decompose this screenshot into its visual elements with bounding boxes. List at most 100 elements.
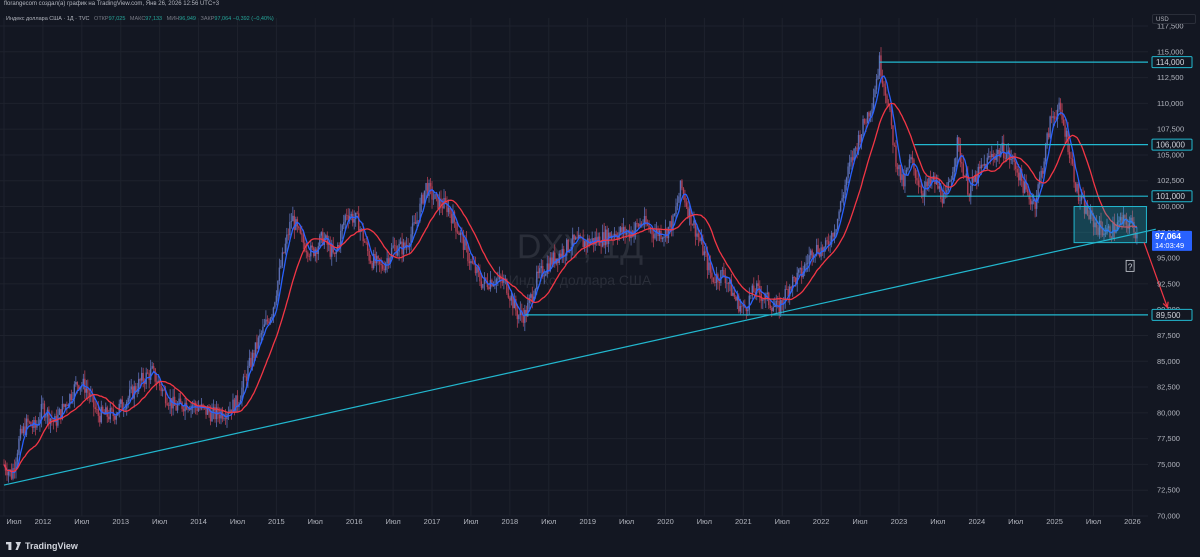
range-box[interactable]: [1073, 206, 1147, 244]
legend-close-value: 97,064: [214, 16, 232, 22]
currency-selector[interactable]: USD: [1152, 14, 1196, 24]
candle-body: [1040, 170, 1042, 178]
candle-body: [750, 295, 752, 296]
candle-body: [583, 241, 586, 248]
candle-body: [693, 220, 695, 226]
candle-body: [884, 86, 887, 96]
candle-body: [953, 166, 956, 172]
candle-body: [537, 271, 539, 274]
last-price-value: 97,064: [1155, 231, 1181, 241]
candle-body: [259, 334, 261, 338]
candle-body: [146, 372, 149, 374]
candle-body: [1074, 182, 1077, 192]
level-price-label: 89,500: [1156, 311, 1181, 320]
candle-body: [869, 112, 872, 117]
candle-body: [965, 173, 968, 177]
candle-body: [769, 305, 771, 309]
candle-body: [539, 268, 541, 274]
candle-body: [652, 234, 655, 239]
time-tick-label: Июл: [463, 517, 478, 526]
price-tick-label: 92,500: [1157, 279, 1180, 288]
candle-body: [280, 265, 282, 268]
time-tick-label: 2012: [35, 517, 52, 526]
candle-body: [941, 198, 944, 204]
candle-body: [366, 242, 369, 251]
candle-body: [325, 235, 327, 239]
candle-body: [369, 260, 372, 263]
candle-body: [989, 155, 991, 157]
candle-body: [266, 319, 269, 322]
candle-body: [347, 215, 349, 220]
candle-body: [1047, 133, 1050, 138]
candle-body: [778, 301, 780, 314]
candle-body: [600, 245, 602, 247]
candle-body: [292, 215, 294, 222]
candle-body: [278, 267, 281, 281]
candle-body: [64, 404, 67, 407]
candle-body: [1076, 184, 1078, 192]
candle-body: [99, 415, 101, 423]
candle-body: [250, 357, 252, 368]
candle-body: [383, 268, 385, 271]
candle-body: [871, 109, 873, 113]
candle-body: [723, 270, 725, 276]
candle-body: [381, 265, 384, 269]
candle-body: [283, 252, 285, 253]
candle-body: [352, 213, 354, 223]
candle-body: [19, 428, 22, 439]
candle-body: [155, 381, 158, 383]
candle-body: [563, 249, 565, 257]
candle-body: [507, 293, 510, 298]
candle-body: [1059, 102, 1062, 110]
candle-body: [199, 408, 201, 409]
candle-body: [714, 282, 716, 283]
candle-body: [63, 403, 65, 407]
candle-body: [277, 280, 279, 296]
candle-body: [187, 408, 189, 410]
candle-body: [287, 234, 290, 236]
candle-body: [952, 171, 954, 180]
candle-body: [458, 232, 460, 236]
candle-body: [543, 275, 545, 277]
candle-body: [108, 416, 110, 420]
candle-body: [314, 249, 316, 256]
candle-body: [114, 415, 116, 420]
time-tick-label: 2018: [502, 517, 519, 526]
candle-body: [946, 189, 948, 194]
candle-body: [654, 233, 656, 239]
candle-body: [94, 407, 96, 409]
candle-body: [625, 232, 628, 235]
candle-body: [842, 194, 845, 199]
candle-body: [637, 224, 640, 227]
candle-body: [806, 262, 809, 264]
candle-body: [302, 234, 305, 243]
price-chart[interactable]: DXY, 1Д Индекс доллара США ? 117,500115,…: [0, 0, 1200, 557]
candle-body: [712, 277, 715, 283]
candle-body: [1068, 152, 1071, 159]
candle-body: [708, 262, 710, 271]
tradingview-logo[interactable]: TradingView: [6, 541, 78, 551]
candle-body: [859, 134, 861, 143]
candle-body: [832, 232, 834, 237]
candle-body: [12, 468, 14, 479]
price-tick-label: 112,500: [1157, 73, 1184, 82]
candle-body: [959, 145, 962, 163]
candle-body: [27, 418, 29, 422]
candle-body: [386, 258, 388, 264]
candle-body: [1079, 200, 1081, 202]
candle-body: [979, 166, 981, 169]
candle-body: [331, 245, 333, 257]
price-tick-label: 107,500: [1157, 125, 1184, 134]
candle-body: [896, 166, 899, 170]
candle-body: [911, 157, 914, 160]
candle-body: [97, 409, 99, 416]
candle-body: [808, 255, 810, 263]
candle-body: [651, 228, 653, 235]
candle-body: [699, 237, 701, 241]
candle-body: [429, 182, 432, 187]
time-tick-label: Июл: [1086, 517, 1101, 526]
candle-body: [947, 181, 950, 190]
candle-body: [1058, 102, 1060, 110]
time-tick-label: 2024: [968, 517, 985, 526]
tv-logo-icon-dot: [15, 542, 21, 550]
